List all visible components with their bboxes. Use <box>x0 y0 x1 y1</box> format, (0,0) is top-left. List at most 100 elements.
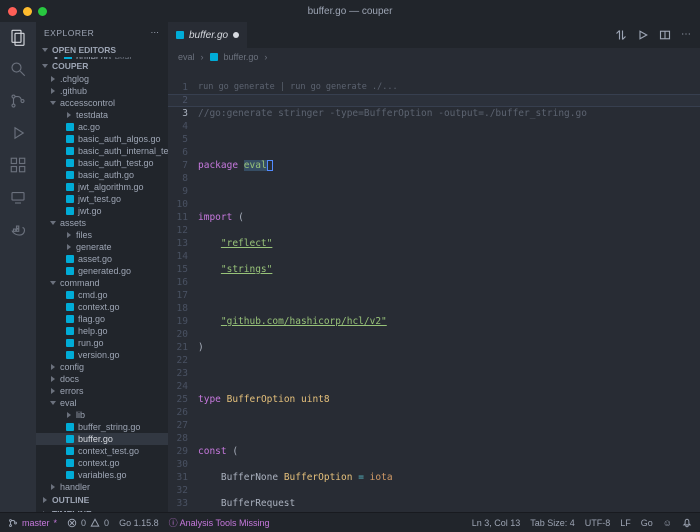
minimize-window-icon[interactable] <box>23 7 32 16</box>
editor-more-icon[interactable]: ⋯ <box>681 29 692 41</box>
go-file-icon <box>66 303 74 311</box>
go-file-icon <box>66 327 74 335</box>
folder-item[interactable]: lib <box>36 409 168 421</box>
codelens[interactable]: run go generate | run go generate ./... <box>198 81 700 94</box>
tree-label: variables.go <box>78 470 127 480</box>
go-file-icon <box>66 471 74 479</box>
status-language[interactable]: Go <box>641 518 653 528</box>
folder-item[interactable]: .github <box>36 85 168 97</box>
status-branch[interactable]: master* <box>8 518 57 528</box>
file-item[interactable]: context.go <box>36 301 168 313</box>
folder-item[interactable]: handler <box>36 481 168 493</box>
file-item[interactable]: asset.go <box>36 253 168 265</box>
chevron-icon <box>51 76 55 82</box>
tab-buffer-go[interactable]: buffer.go <box>168 22 247 48</box>
folder-item[interactable]: .chglog <box>36 73 168 85</box>
editor-actions: ⋯ <box>615 29 700 41</box>
remote-icon[interactable] <box>9 188 27 206</box>
tree-label: version.go <box>78 350 120 360</box>
debug-icon[interactable] <box>9 124 27 142</box>
folder-item[interactable]: docs <box>36 373 168 385</box>
folder-item[interactable]: accesscontrol <box>36 97 168 109</box>
tree-label: basic_auth_algos.go <box>78 134 161 144</box>
extensions-icon[interactable] <box>9 156 27 174</box>
maximize-window-icon[interactable] <box>38 7 47 16</box>
tree-label: .chglog <box>60 74 89 84</box>
file-item[interactable]: version.go <box>36 349 168 361</box>
code-area[interactable]: 1234567891011121314151617181920212223242… <box>168 66 700 512</box>
compare-icon[interactable] <box>615 29 627 41</box>
go-file-icon <box>66 267 74 275</box>
file-item[interactable]: jwt.go <box>36 205 168 217</box>
folder-item[interactable]: testdata <box>36 109 168 121</box>
file-item[interactable]: basic_auth.go <box>36 169 168 181</box>
file-item[interactable]: buffer_string.go <box>36 421 168 433</box>
go-file-icon <box>210 53 218 61</box>
file-item[interactable]: jwt_algorithm.go <box>36 181 168 193</box>
status-go-version[interactable]: Go 1.15.8 <box>119 518 159 528</box>
tree-label: buffer.go <box>78 434 113 444</box>
tree-label: basic_auth_test.go <box>78 158 154 168</box>
code-lines[interactable]: run go generate | run go generate ./... … <box>198 66 700 512</box>
breadcrumb[interactable]: eval› buffer.go› <box>168 48 700 66</box>
file-item[interactable]: buffer.go <box>36 433 168 445</box>
folder-item[interactable]: errors <box>36 385 168 397</box>
file-item[interactable]: help.go <box>36 325 168 337</box>
file-item[interactable]: variables.go <box>36 469 168 481</box>
run-icon[interactable] <box>637 29 649 41</box>
file-item[interactable]: jwt_test.go <box>36 193 168 205</box>
folder-item[interactable]: generate <box>36 241 168 253</box>
folder-item[interactable]: eval <box>36 397 168 409</box>
timeline-section[interactable]: TIMELINE <box>36 507 168 512</box>
file-item[interactable]: basic_auth_algos.go <box>36 133 168 145</box>
open-editors-section[interactable]: OPEN EDITORS <box>36 43 168 57</box>
status-bell-icon[interactable] <box>682 518 692 528</box>
folder-item[interactable]: assets <box>36 217 168 229</box>
status-analysis[interactable]: ⓘ Analysis Tools Missing <box>169 516 270 529</box>
tree-label: generate <box>76 242 112 252</box>
status-problems[interactable]: 0 0 <box>67 518 109 528</box>
tree-label: cmd.go <box>78 290 108 300</box>
chevron-icon <box>51 484 55 490</box>
split-icon[interactable] <box>659 29 671 41</box>
file-item[interactable]: basic_auth_internal_test.go <box>36 145 168 157</box>
window-controls <box>8 7 47 16</box>
status-feedback[interactable]: ☺ <box>663 518 672 528</box>
tree-label: ac.go <box>78 122 100 132</box>
statusbar: master* 0 0 Go 1.15.8 ⓘ Analysis Tools M… <box>0 512 700 532</box>
close-window-icon[interactable] <box>8 7 17 16</box>
modified-dot-icon <box>233 32 239 38</box>
outline-section[interactable]: OUTLINE <box>36 493 168 507</box>
tree-label: asset.go <box>78 254 112 264</box>
folder-item[interactable]: config <box>36 361 168 373</box>
tree-label: context_test.go <box>78 446 139 456</box>
file-item[interactable]: context_test.go <box>36 445 168 457</box>
project-section[interactable]: COUPER <box>36 59 168 73</box>
file-item[interactable]: generated.go <box>36 265 168 277</box>
file-item[interactable]: context.go <box>36 457 168 469</box>
activity-bar <box>0 22 36 512</box>
chevron-icon <box>50 281 56 285</box>
tree-label: errors <box>60 386 84 396</box>
status-cursor-pos[interactable]: Ln 3, Col 13 <box>472 518 521 528</box>
file-item[interactable]: cmd.go <box>36 289 168 301</box>
search-icon[interactable] <box>9 60 27 78</box>
source-control-icon[interactable] <box>9 92 27 110</box>
file-item[interactable]: ac.go <box>36 121 168 133</box>
explorer-icon[interactable] <box>9 28 27 46</box>
docker-icon[interactable] <box>9 220 27 238</box>
file-item[interactable]: run.go <box>36 337 168 349</box>
chevron-icon <box>51 376 55 382</box>
file-item[interactable]: basic_auth_test.go <box>36 157 168 169</box>
file-item[interactable]: flag.go <box>36 313 168 325</box>
status-eol[interactable]: LF <box>620 518 631 528</box>
sidebar-more-icon[interactable]: ⋯ <box>151 27 161 38</box>
chevron-icon <box>67 244 71 250</box>
tree-label: testdata <box>76 110 108 120</box>
folder-item[interactable]: files <box>36 229 168 241</box>
folder-item[interactable]: command <box>36 277 168 289</box>
status-encoding[interactable]: UTF-8 <box>585 518 611 528</box>
tree-label: config <box>60 362 84 372</box>
go-file-icon <box>66 351 74 359</box>
status-tab-size[interactable]: Tab Size: 4 <box>530 518 575 528</box>
